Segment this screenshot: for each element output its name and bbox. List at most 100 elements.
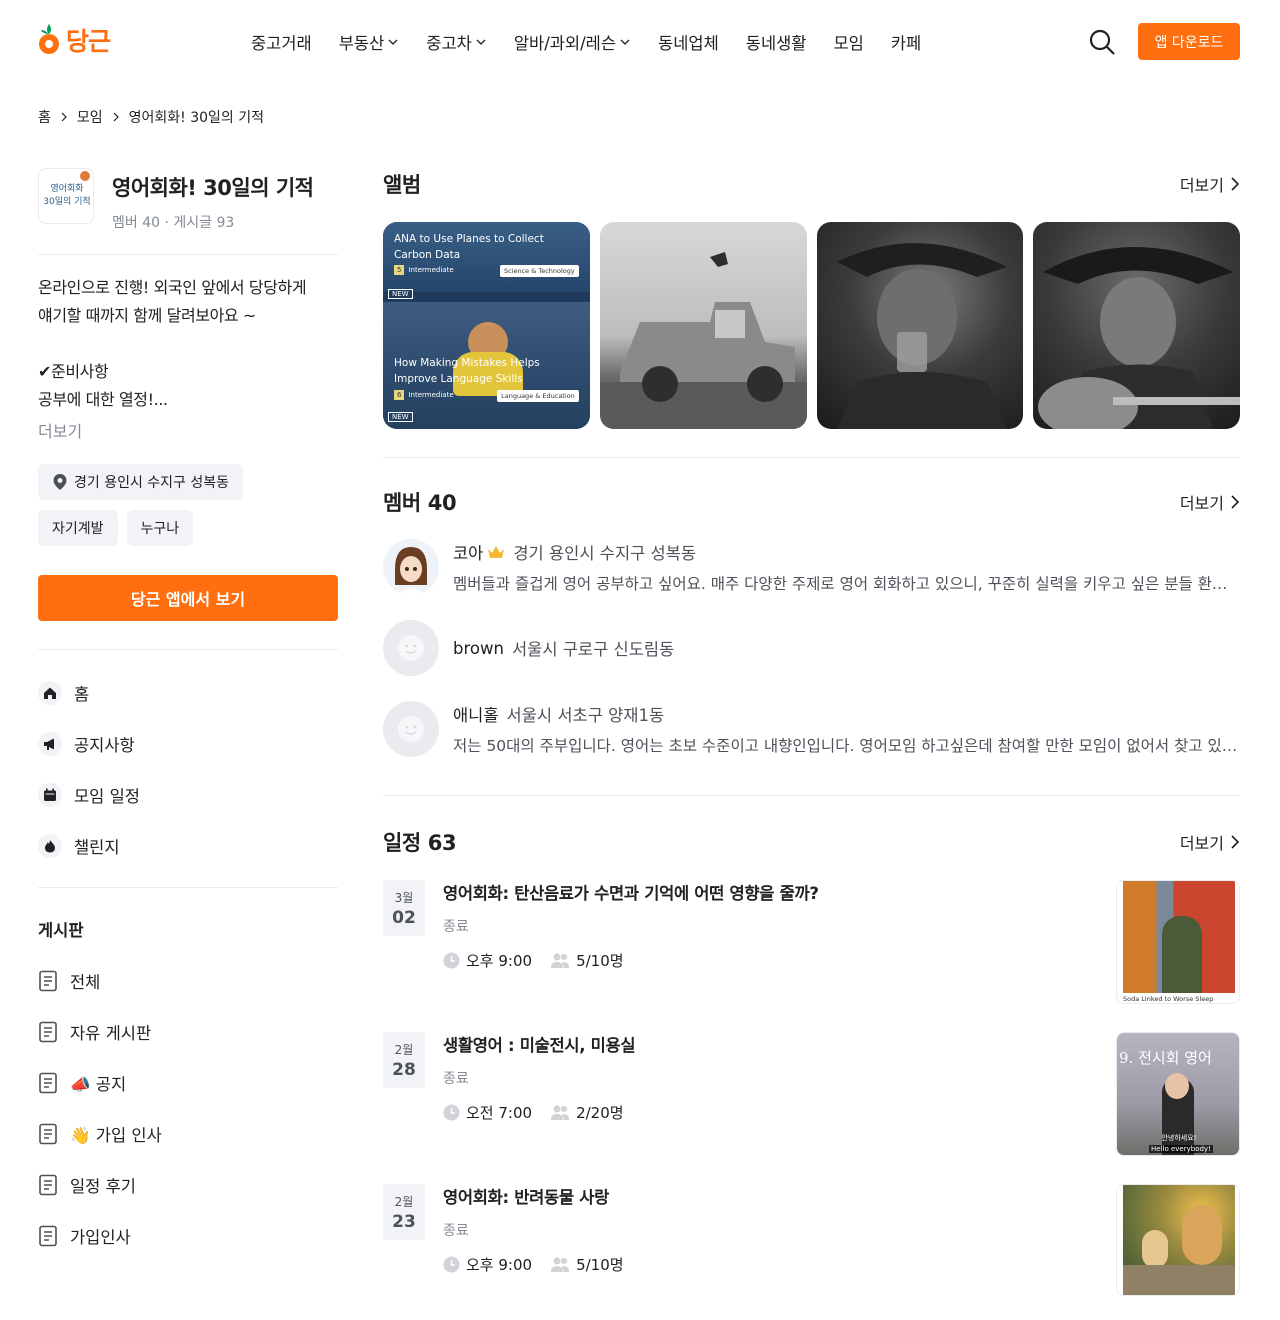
board-item-label: 전체 bbox=[70, 972, 101, 992]
nav-groups[interactable]: 모임 bbox=[834, 30, 864, 54]
member-row[interactable]: 코아 경기 용인시 수지구 성복동 멤버들과 즐겁게 영어 공부하고 싶어요. … bbox=[383, 539, 1240, 595]
group-sidebar: 영어회화 30일의 기적 영어회화! 30일의 기적 멤버 40 · 게시글 9… bbox=[38, 168, 338, 1261]
nav-label: 동네생활 bbox=[745, 34, 807, 53]
events-section-header: 일정 63 더보기 bbox=[383, 826, 1240, 858]
tag-chips: 자기계발 누구나 bbox=[38, 510, 338, 546]
album-photo[interactable]: ANA to Use Planes to Collect Carbon Data … bbox=[383, 222, 590, 429]
tag-chip: 누구나 bbox=[126, 510, 194, 546]
document-icon bbox=[39, 1225, 57, 1246]
divider bbox=[383, 457, 1240, 458]
event-item[interactable]: 2월 28 생활영어 : 미술전시, 미용실 종료 오전 7:00 2/20명 … bbox=[383, 1032, 1240, 1184]
menu-item-schedule[interactable]: 모임 일정 bbox=[38, 769, 338, 820]
document-icon bbox=[39, 1174, 57, 1195]
board-item-label: 자유 게시판 bbox=[70, 1023, 152, 1043]
event-time: 오후 9:00 bbox=[466, 1256, 533, 1274]
event-list: 3월 02 영어회화: 탄산음료가 수면과 기억에 어떤 영향을 줄까? 종료 … bbox=[383, 880, 1240, 1320]
nav-secondhand[interactable]: 중고거래 bbox=[251, 30, 312, 54]
breadcrumb-groups[interactable]: 모임 bbox=[77, 107, 103, 127]
location-chip: 경기 용인시 수지구 성복동 bbox=[38, 464, 244, 500]
member-row[interactable]: 애니홀 서울시 서초구 양재1동 저는 50대의 주부입니다. 영어는 초보 수… bbox=[383, 701, 1240, 757]
nav-jobs[interactable]: 알바/과외/레슨 bbox=[514, 30, 631, 54]
album-more-link[interactable]: 더보기 bbox=[1180, 172, 1240, 196]
menu-item-notice[interactable]: 공지사항 bbox=[38, 718, 338, 769]
members-section-header: 멤버 40 더보기 bbox=[383, 486, 1240, 518]
group-thumbnail: 영어회화 30일의 기적 bbox=[38, 168, 94, 224]
nav-label: 모임 bbox=[833, 34, 864, 53]
board-item[interactable]: 자유 게시판 bbox=[38, 1006, 338, 1057]
album-title: 앨범 bbox=[383, 173, 421, 197]
document-icon bbox=[39, 1123, 57, 1144]
board-list: 전체 자유 게시판 📣 공지 👋 가입 인사 일정 후기 가입인사 bbox=[38, 955, 338, 1261]
nav-cafe[interactable]: 카페 bbox=[891, 30, 921, 54]
breadcrumb-home[interactable]: 홈 bbox=[38, 107, 51, 127]
board-item[interactable]: 👋 가입 인사 bbox=[38, 1108, 338, 1159]
event-item[interactable]: 2월 23 영어회화: 반려동물 사랑 종료 오후 9:00 5/10명 bbox=[383, 1184, 1240, 1320]
member-row[interactable]: brown 서울시 구로구 신도림동 bbox=[383, 620, 1240, 676]
menu-item-challenge[interactable]: 챌린지 bbox=[38, 820, 338, 871]
view-in-app-button[interactable]: 당근 앱에서 보기 bbox=[38, 575, 338, 621]
main-nav: 중고거래 부동산 중고차 알바/과외/레슨 동네업체 동네생활 모임 카페 bbox=[251, 30, 921, 54]
event-status: 종료 bbox=[443, 1223, 469, 1239]
group-header: 영어회화 30일의 기적 영어회화! 30일의 기적 멤버 40 · 게시글 9… bbox=[38, 168, 338, 232]
new-badge: NEW bbox=[388, 289, 413, 299]
event-meta: 오후 9:00 5/10명 bbox=[443, 1254, 624, 1275]
member-name-line: 코아 경기 용인시 수지구 성복동 bbox=[453, 540, 1240, 564]
document-icon bbox=[39, 1072, 57, 1093]
people-icon bbox=[551, 953, 570, 968]
headline-text: ANA to Use Planes to Collect bbox=[394, 233, 544, 245]
events-more-link[interactable]: 더보기 bbox=[1180, 830, 1240, 854]
member-name-line: brown 서울시 구로구 신도림동 bbox=[453, 636, 674, 660]
thumb-caption: Soda Linked to Worse Sleep bbox=[1123, 995, 1214, 1003]
members-more-link[interactable]: 더보기 bbox=[1180, 490, 1240, 514]
nav-cars[interactable]: 중고차 bbox=[426, 30, 487, 54]
thumb-person bbox=[1162, 916, 1202, 993]
event-thumbnail: Soda Linked to Worse Sleep bbox=[1116, 880, 1240, 1004]
people-icon bbox=[551, 1257, 570, 1272]
nav-local-business[interactable]: 동네업체 bbox=[658, 30, 719, 54]
album-photo[interactable] bbox=[1033, 222, 1240, 429]
event-participants: 5/10명 bbox=[576, 952, 624, 970]
nav-local-life[interactable]: 동네생활 bbox=[746, 30, 807, 54]
thumb-text: 영어회화 30일의 기적 bbox=[39, 183, 93, 209]
chevron-down-icon bbox=[388, 39, 398, 45]
tag-chip: 자기계발 bbox=[38, 510, 118, 546]
calendar-icon bbox=[38, 782, 62, 807]
divider bbox=[38, 887, 338, 888]
album-photo[interactable] bbox=[816, 222, 1024, 429]
board-item[interactable]: 전체 bbox=[38, 955, 338, 1006]
member-name-line: 애니홀 서울시 서초구 양재1동 bbox=[453, 702, 1240, 726]
daangn-logo[interactable]: 당근 bbox=[38, 22, 111, 58]
description-more-link[interactable]: 더보기 bbox=[38, 418, 338, 442]
menu-item-label: 홈 bbox=[74, 684, 90, 704]
search-icon[interactable] bbox=[1088, 28, 1116, 56]
member-location: 경기 용인시 수지구 성복동 bbox=[513, 544, 697, 563]
people-icon bbox=[551, 1105, 570, 1120]
menu-item-home[interactable]: 홈 bbox=[38, 667, 338, 718]
avatar bbox=[383, 539, 439, 595]
event-thumbnail bbox=[1116, 1184, 1240, 1296]
album-photo[interactable] bbox=[599, 222, 807, 429]
event-item[interactable]: 3월 02 영어회화: 탄산음료가 수면과 기억에 어떤 영향을 줄까? 종료 … bbox=[383, 880, 1240, 1032]
board-item-label: 일정 후기 bbox=[70, 1176, 136, 1196]
anime-avatar-image bbox=[395, 547, 427, 595]
group-title: 영어회화! 30일의 기적 bbox=[112, 176, 314, 200]
board-item[interactable]: 일정 후기 bbox=[38, 1159, 338, 1210]
more-label: 더보기 bbox=[1179, 834, 1224, 853]
chevron-down-icon bbox=[620, 39, 630, 45]
event-status: 종료 bbox=[443, 919, 469, 935]
avatar bbox=[383, 701, 439, 757]
truck-image bbox=[599, 252, 807, 429]
board-item[interactable]: 📣 공지 bbox=[38, 1057, 338, 1108]
event-day: 28 bbox=[392, 1059, 416, 1080]
location-pin-icon bbox=[53, 474, 67, 490]
cowboy-guitar-image bbox=[1038, 247, 1240, 429]
album-section-header: 앨범 더보기 bbox=[383, 168, 1240, 200]
more-label: 더보기 bbox=[1179, 176, 1224, 195]
nav-label: 알바/과외/레슨 bbox=[513, 34, 617, 53]
news-headline-1: ANA to Use Planes to Collect Carbon Data bbox=[394, 231, 544, 263]
app-download-button[interactable]: 앱 다운로드 bbox=[1138, 23, 1240, 60]
nav-realestate[interactable]: 부동산 bbox=[339, 30, 400, 54]
board-item[interactable]: 가입인사 bbox=[38, 1210, 338, 1261]
group-menu: 홈 공지사항 모임 일정 챌린지 bbox=[38, 667, 338, 871]
chevron-down-icon bbox=[476, 39, 486, 45]
